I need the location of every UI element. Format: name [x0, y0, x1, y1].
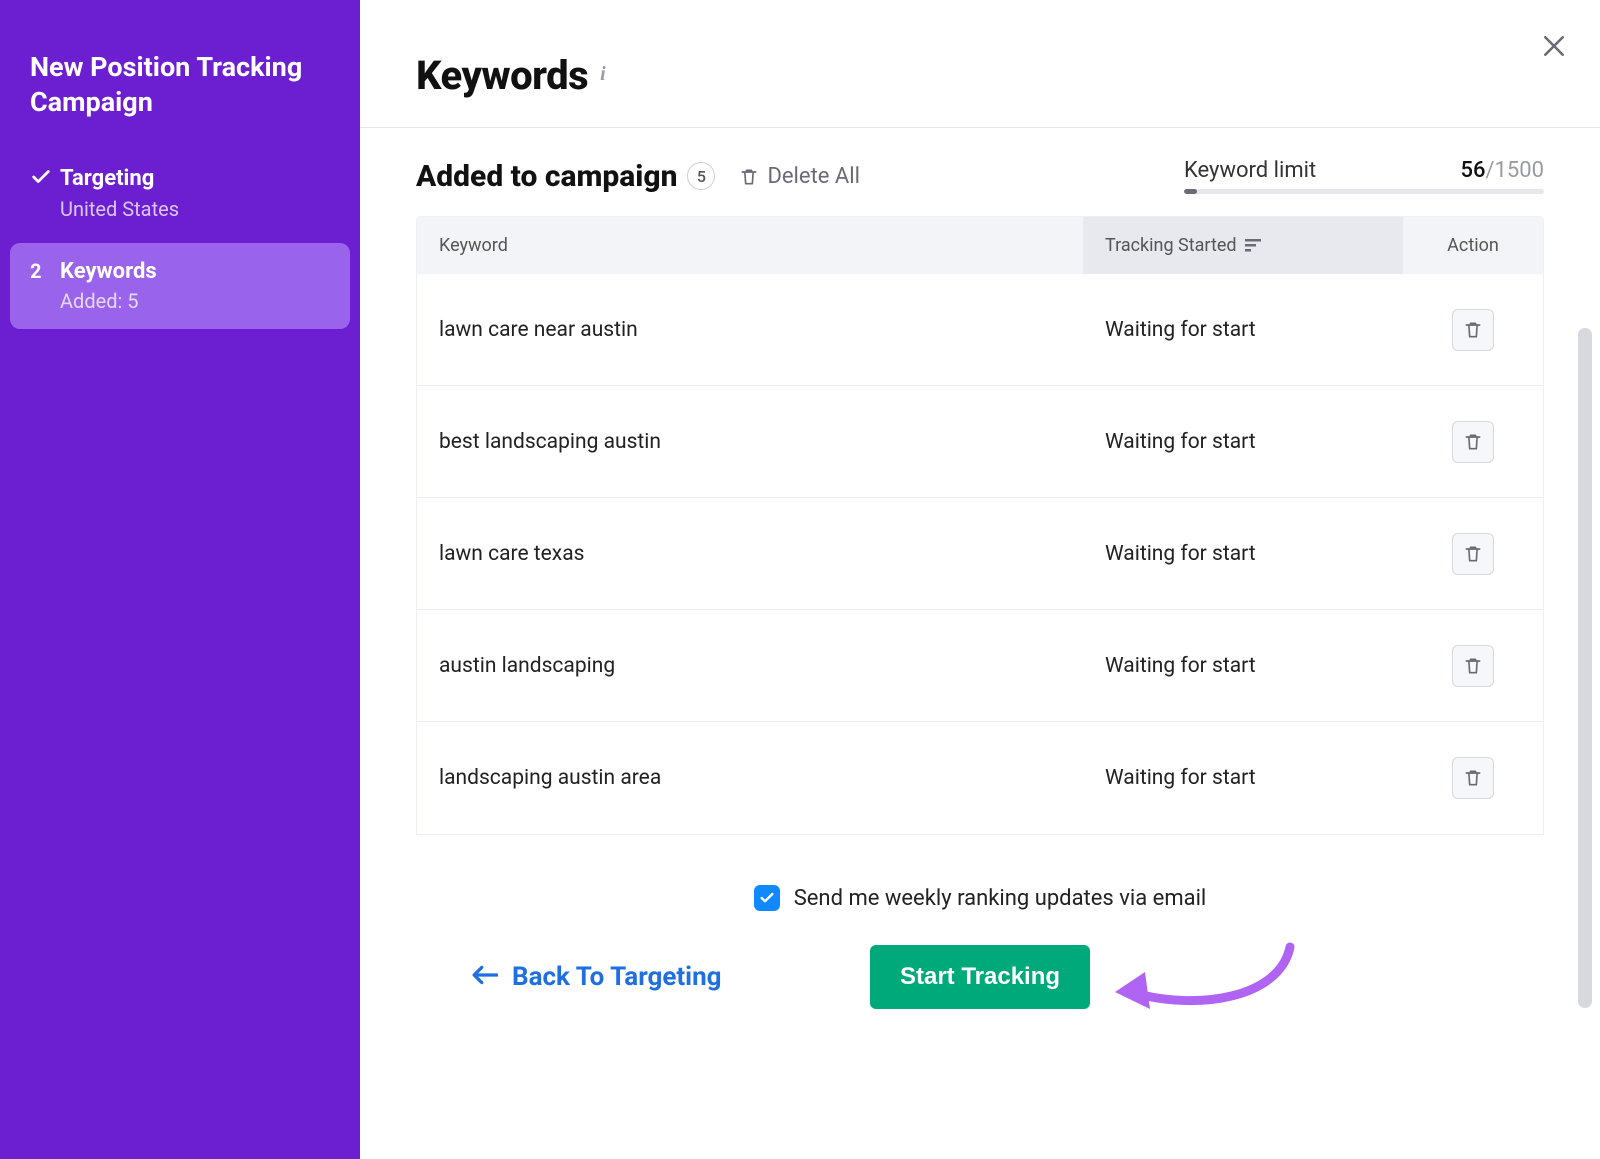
th-action: Action — [1403, 217, 1543, 274]
cell-action — [1403, 627, 1543, 705]
delete-row-button[interactable] — [1452, 533, 1494, 575]
th-tracking-started[interactable]: Tracking Started — [1083, 217, 1403, 274]
trash-icon — [1463, 431, 1483, 453]
scrollbar[interactable] — [1578, 328, 1592, 1008]
th-tracking-label: Tracking Started — [1105, 235, 1237, 256]
cell-keyword: lawn care texas — [417, 524, 1083, 584]
table-header: Keyword Tracking Started Action — [417, 217, 1543, 274]
keyword-limit-progress-fill — [1184, 189, 1197, 194]
trash-icon — [1463, 655, 1483, 677]
wizard-step-keywords[interactable]: 2 Keywords Added: 5 — [10, 243, 350, 329]
trash-icon — [1463, 767, 1483, 789]
cell-tracking: Waiting for start — [1083, 524, 1403, 584]
keywords-table: Keyword Tracking Started Action lawn car… — [416, 216, 1544, 835]
table-row: austin landscaping Waiting for start — [417, 610, 1543, 722]
start-tracking-button[interactable]: Start Tracking — [870, 945, 1090, 1009]
cell-tracking: Waiting for start — [1083, 636, 1403, 696]
actions-row: Back To Targeting Start Tracking — [472, 945, 1488, 1009]
info-icon[interactable]: i — [600, 64, 606, 88]
keyword-limit-row: Keyword limit 56/1500 — [1184, 158, 1544, 183]
step-subtitle: Added: 5 — [60, 289, 157, 313]
cell-keyword: austin landscaping — [417, 636, 1083, 696]
trash-icon — [1463, 319, 1483, 341]
main-panel: Keywords i Added to campaign 5 Delete Al… — [360, 0, 1600, 1159]
check-icon — [30, 166, 60, 188]
close-button[interactable] — [1532, 24, 1576, 68]
step-body: Keywords Added: 5 — [60, 259, 157, 313]
table-row: lawn care texas Waiting for start — [417, 498, 1543, 610]
keyword-limit-value: 56/1500 — [1460, 158, 1544, 183]
campaign-title: Added to campaign 5 — [416, 159, 715, 194]
step-subtitle: United States — [60, 197, 179, 221]
sidebar-title: New Position Tracking Campaign — [10, 50, 350, 150]
table-row: landscaping austin area Waiting for star… — [417, 722, 1543, 834]
keyword-limit-progress — [1184, 189, 1544, 194]
footer: Send me weekly ranking updates via email… — [416, 835, 1544, 1069]
keyword-limit-label: Keyword limit — [1184, 158, 1316, 183]
campaign-title-text: Added to campaign — [416, 159, 677, 194]
cell-action — [1403, 403, 1543, 481]
email-updates-row: Send me weekly ranking updates via email — [472, 885, 1488, 911]
trash-icon — [1463, 543, 1483, 565]
th-keyword[interactable]: Keyword — [417, 217, 1083, 274]
cell-action — [1403, 739, 1543, 817]
cell-keyword: landscaping austin area — [417, 748, 1083, 808]
email-updates-checkbox[interactable] — [754, 885, 780, 911]
trash-icon — [739, 166, 759, 186]
wizard-sidebar: New Position Tracking Campaign Targeting… — [0, 0, 360, 1159]
cell-tracking: Waiting for start — [1083, 300, 1403, 360]
cell-keyword: best landscaping austin — [417, 412, 1083, 472]
keyword-limit-used: 56 — [1460, 158, 1485, 183]
delete-all-button[interactable]: Delete All — [739, 164, 860, 189]
scrollbar-thumb[interactable] — [1578, 328, 1592, 1008]
delete-all-label: Delete All — [767, 164, 860, 189]
delete-row-button[interactable] — [1452, 421, 1494, 463]
email-updates-label: Send me weekly ranking updates via email — [794, 886, 1207, 911]
app-root: New Position Tracking Campaign Targeting… — [0, 0, 1600, 1159]
cell-tracking: Waiting for start — [1083, 412, 1403, 472]
step-number-icon: 2 — [30, 259, 60, 283]
annotation-arrow-icon — [1110, 937, 1310, 1031]
page-title: Keywords — [416, 52, 588, 99]
table-row: best landscaping austin Waiting for star… — [417, 386, 1543, 498]
cell-action — [1403, 291, 1543, 369]
campaign-bar: Added to campaign 5 Delete All Keyword l… — [416, 158, 1544, 194]
table-body: lawn care near austin Waiting for start … — [417, 274, 1543, 834]
content-area: Added to campaign 5 Delete All Keyword l… — [360, 128, 1600, 1159]
cell-tracking: Waiting for start — [1083, 748, 1403, 808]
cell-keyword: lawn care near austin — [417, 300, 1083, 360]
wizard-step-targeting[interactable]: Targeting United States — [10, 150, 350, 236]
table-row: lawn care near austin Waiting for start — [417, 274, 1543, 386]
back-to-targeting-link[interactable]: Back To Targeting — [472, 962, 722, 992]
cell-action — [1403, 515, 1543, 593]
sort-icon — [1245, 239, 1261, 253]
arrow-left-icon — [472, 962, 498, 992]
delete-row-button[interactable] — [1452, 645, 1494, 687]
campaign-count-badge: 5 — [687, 162, 715, 190]
step-title: Targeting — [60, 166, 179, 192]
keyword-limit-max: /1500 — [1485, 158, 1544, 183]
step-body: Targeting United States — [60, 166, 179, 220]
keyword-limit-block: Keyword limit 56/1500 — [1184, 158, 1544, 194]
delete-row-button[interactable] — [1452, 757, 1494, 799]
step-title: Keywords — [60, 259, 157, 285]
delete-row-button[interactable] — [1452, 309, 1494, 351]
back-label: Back To Targeting — [512, 962, 722, 992]
page-header: Keywords i — [360, 0, 1600, 128]
